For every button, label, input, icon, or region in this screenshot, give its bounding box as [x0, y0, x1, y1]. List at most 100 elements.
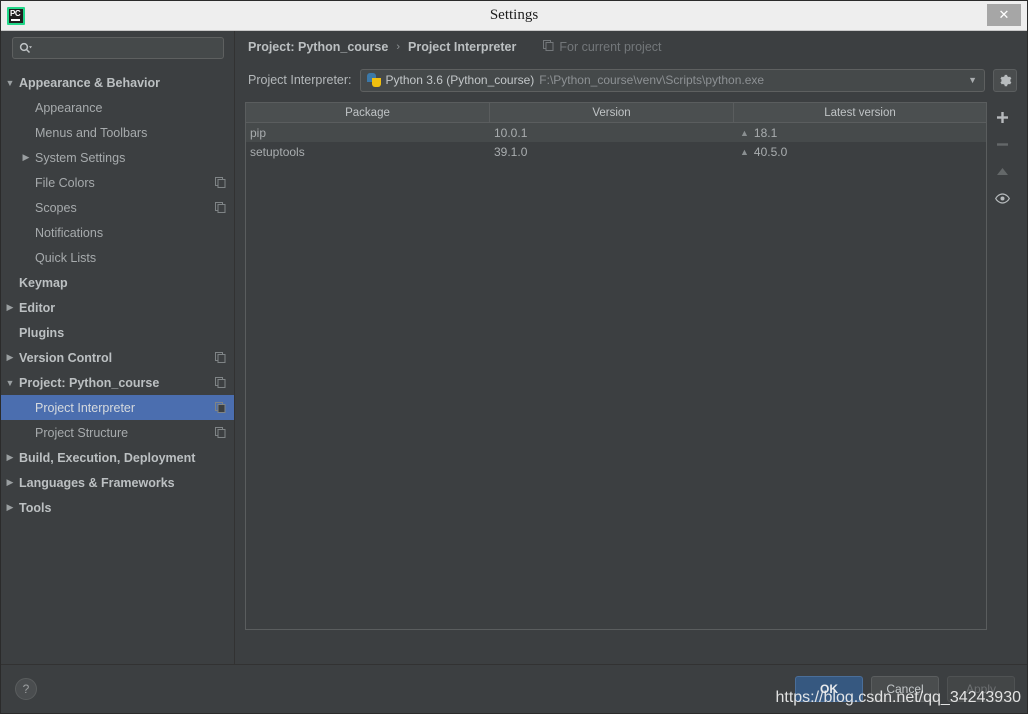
chevron-right-icon[interactable]: ▶ [1, 302, 19, 313]
dialog-footer: ? OK Cancel Apply https://blog.csdn.net/… [1, 664, 1027, 713]
settings-sidebar: ▼ Appearance & Behavior Appearance Menus an… [1, 31, 234, 664]
show-early-releases-button[interactable] [988, 185, 1016, 212]
copy-icon [215, 177, 226, 188]
sidebar-item-label: Version Control [19, 350, 113, 365]
cancel-button[interactable]: Cancel [871, 676, 939, 702]
chevron-right-icon[interactable]: ▶ [17, 152, 35, 163]
packages-table[interactable]: Package Version Latest version pip 10.0.1… [245, 102, 987, 630]
sidebar-item-menus-and-toolbars[interactable]: Menus and Toolbars [1, 120, 234, 145]
close-icon[interactable]: ✕ [987, 4, 1021, 26]
column-header-version[interactable]: Version [490, 103, 734, 122]
sidebar-item-scopes[interactable]: Scopes [1, 195, 234, 220]
ok-button[interactable]: OK [795, 676, 863, 702]
search-container [1, 37, 234, 59]
copy-icon [215, 202, 226, 213]
for-current-project-label: For current project [559, 39, 662, 54]
sidebar-item-label: Tools [19, 500, 52, 515]
copy-icon [543, 39, 554, 54]
copy-icon [215, 352, 226, 363]
dialog-buttons: OK Cancel Apply [795, 676, 1015, 702]
sidebar-item-project-python-course[interactable]: ▼ Project: Python_course [1, 370, 234, 395]
sidebar-item-label: System Settings [35, 150, 126, 165]
remove-package-button[interactable] [988, 131, 1016, 158]
settings-tree: ▼ Appearance & Behavior Appearance Menus an… [1, 70, 234, 664]
breadcrumb-current: Project Interpreter [408, 39, 517, 54]
eye-icon [994, 193, 1010, 204]
chevron-down-icon[interactable]: ▼ [968, 75, 980, 85]
interpreter-name: Python 3.6 (Python_course) [385, 73, 535, 87]
sidebar-item-languages-frameworks[interactable]: ▶ Languages & Frameworks [1, 470, 234, 495]
settings-dialog: PC Settings ✕ ▼ Appearance & Behavior Ap… [0, 0, 1028, 714]
chevron-right-icon[interactable]: ▶ [1, 452, 19, 463]
search-input[interactable] [12, 37, 224, 59]
sidebar-item-label: Languages & Frameworks [19, 475, 175, 490]
sidebar-item-label: Appearance & Behavior [19, 75, 161, 90]
sidebar-item-label: Quick Lists [35, 250, 97, 265]
column-header-package[interactable]: Package [246, 103, 490, 122]
sidebar-item-label: File Colors [35, 175, 95, 190]
copy-icon [215, 377, 226, 388]
sidebar-item-appearance-behavior[interactable]: ▼ Appearance & Behavior [1, 70, 234, 95]
interpreter-label: Project Interpreter: [248, 73, 352, 87]
add-package-button[interactable] [988, 104, 1016, 131]
cell-package: setuptools [250, 144, 305, 159]
breadcrumb: Project: Python_course › Project Interpr… [245, 31, 1017, 62]
sidebar-item-appearance[interactable]: Appearance [1, 95, 234, 120]
sidebar-item-project-interpreter[interactable]: Project Interpreter [1, 395, 234, 420]
title-bar: PC Settings ✕ [1, 1, 1027, 31]
cell-package: pip [250, 125, 267, 140]
sidebar-item-label: Menus and Toolbars [35, 125, 148, 140]
sidebar-item-tools[interactable]: ▶ Tools [1, 495, 234, 520]
sidebar-item-keymap[interactable]: Keymap [1, 270, 234, 295]
copy-icon [215, 427, 226, 438]
window-title: Settings [489, 7, 539, 23]
cell-version: 39.1.0 [494, 144, 528, 159]
sidebar-item-version-control[interactable]: ▶ Version Control [1, 345, 234, 370]
packages-area: Package Version Latest version pip 10.0.1… [245, 102, 1017, 630]
sidebar-item-notifications[interactable]: Notifications [1, 220, 234, 245]
table-row[interactable]: setuptools 39.1.0 ▲ 40.5.0 [246, 142, 986, 161]
sidebar-item-editor[interactable]: ▶ Editor [1, 295, 234, 320]
sidebar-item-file-colors[interactable]: File Colors [1, 170, 234, 195]
column-header-latest-version[interactable]: Latest version [734, 103, 986, 122]
interpreter-dropdown[interactable]: Python 3.6 (Python_course) F:\Python_cou… [359, 68, 985, 92]
plus-icon [996, 111, 1009, 124]
chevron-right-icon[interactable]: ▶ [1, 477, 19, 488]
upgrade-package-button[interactable] [988, 158, 1016, 185]
dialog-body: ▼ Appearance & Behavior Appearance Menus an… [1, 31, 1027, 664]
sidebar-item-label: Appearance [35, 100, 103, 115]
latest-version-value: 18.1 [753, 125, 778, 140]
cell-latest-version: ▲ 18.1 [734, 123, 986, 142]
sidebar-item-system-settings[interactable]: ▶ System Settings [1, 145, 234, 170]
sidebar-item-build-execution-deployment[interactable]: ▶ Build, Execution, Deployment [1, 445, 234, 470]
chevron-down-icon[interactable]: ▼ [1, 78, 19, 88]
chevron-right-icon[interactable]: ▶ [1, 352, 19, 363]
chevron-down-icon[interactable]: ▼ [1, 378, 19, 388]
up-arrow-icon [996, 167, 1009, 176]
minus-icon [996, 138, 1009, 151]
sidebar-item-label: Project Structure [35, 425, 129, 440]
sidebar-item-label: Project Interpreter [35, 400, 136, 415]
sidebar-item-label: Plugins [19, 325, 65, 340]
python-interpreter-icon [366, 73, 381, 87]
interpreter-settings-button[interactable] [993, 68, 1017, 92]
upgrade-available-icon: ▲ [740, 146, 749, 157]
sidebar-item-plugins[interactable]: Plugins [1, 320, 234, 345]
upgrade-available-icon: ▲ [740, 127, 749, 138]
breadcrumb-separator: › [396, 40, 400, 53]
help-button[interactable]: ? [15, 678, 37, 700]
for-current-project-note: For current project [543, 39, 662, 54]
sidebar-item-label: Project: Python_course [19, 375, 160, 390]
sidebar-item-label: Keymap [19, 275, 68, 290]
sidebar-item-quick-lists[interactable]: Quick Lists [1, 245, 234, 270]
main-panel: Project: Python_course › Project Interpr… [234, 31, 1027, 664]
interpreter-row: Project Interpreter: Python 3.6 (Python_… [245, 62, 1017, 98]
breadcrumb-parent[interactable]: Project: Python_course [248, 40, 388, 54]
cell-version: 10.0.1 [494, 125, 528, 140]
copy-icon [215, 402, 226, 413]
chevron-right-icon[interactable]: ▶ [1, 502, 19, 513]
table-row[interactable]: pip 10.0.1 ▲ 18.1 [246, 123, 986, 142]
sidebar-item-project-structure[interactable]: Project Structure [1, 420, 234, 445]
sidebar-item-label: Scopes [35, 200, 77, 215]
cell-latest-version: ▲ 40.5.0 [734, 142, 986, 161]
